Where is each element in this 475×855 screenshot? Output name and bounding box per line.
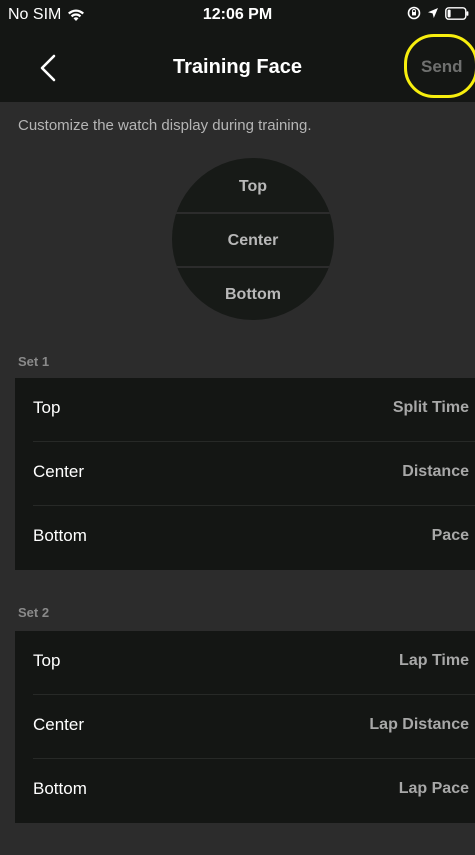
row-value: Lap Pace bbox=[398, 780, 469, 797]
status-time: 12:06 PM bbox=[202, 6, 273, 23]
row-value: Pace bbox=[431, 527, 469, 544]
dial-divider-bottom bbox=[172, 266, 334, 268]
navigation-bar: Training Face Send bbox=[0, 32, 475, 102]
row-position-label: Bottom bbox=[33, 526, 87, 545]
status-bar: No SIM 12:06 PM bbox=[0, 0, 475, 32]
row-position-label: Bottom bbox=[33, 779, 87, 798]
row-value: Split Time bbox=[392, 399, 469, 416]
dial-top-label: Top bbox=[238, 178, 268, 195]
watch-face-preview: Top Center Bottom bbox=[172, 158, 334, 320]
set-2-group: Top Lap Time Center Lap Distance Bottom … bbox=[15, 631, 475, 823]
row-value: Distance bbox=[402, 463, 469, 480]
set-1-row-top[interactable]: Top Split Time bbox=[15, 378, 475, 442]
intro-text: Customize the watch display during train… bbox=[18, 117, 312, 134]
dial-center-label: Center bbox=[227, 232, 279, 249]
row-value: Lap Time bbox=[399, 652, 469, 669]
rotation-lock-icon bbox=[407, 6, 421, 20]
location-arrow-icon bbox=[428, 8, 438, 18]
row-position-label: Center bbox=[33, 462, 85, 481]
battery-icon bbox=[445, 6, 469, 20]
set-2-row-bottom[interactable]: Bottom Lap Pace bbox=[15, 759, 475, 823]
row-position-label: Top bbox=[33, 398, 61, 417]
dial-bottom-label: Bottom bbox=[225, 286, 281, 303]
send-button[interactable]: Send bbox=[403, 32, 475, 102]
set-1-group: Top Split Time Center Distance Bottom Pa… bbox=[15, 378, 475, 570]
set-2-header: Set 2 bbox=[18, 605, 50, 620]
send-button-label: Send bbox=[421, 57, 463, 76]
set-1-row-bottom[interactable]: Bottom Pace bbox=[15, 506, 475, 570]
set-1-row-center[interactable]: Center Distance bbox=[15, 442, 475, 506]
row-position-label: Top bbox=[33, 651, 61, 670]
row-position-label: Center bbox=[33, 715, 85, 734]
status-indicators bbox=[407, 6, 469, 20]
row-value: Lap Distance bbox=[369, 716, 469, 733]
set-2-row-center[interactable]: Center Lap Distance bbox=[15, 695, 475, 759]
set-2-row-top[interactable]: Top Lap Time bbox=[15, 631, 475, 695]
dial-divider-top bbox=[172, 212, 334, 214]
set-1-header: Set 1 bbox=[18, 354, 50, 369]
